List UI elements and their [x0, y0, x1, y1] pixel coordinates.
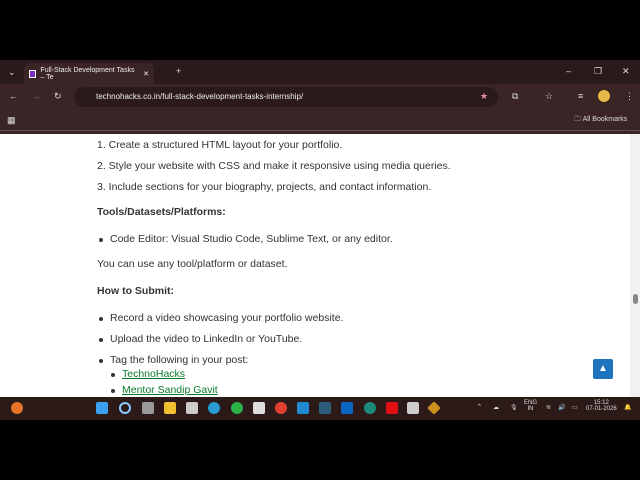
tray-chevron-icon[interactable]: ^	[478, 404, 481, 410]
scrollbar-thumb[interactable]	[633, 294, 638, 304]
submit-item: Tag the following in your post:	[98, 354, 249, 366]
step-2: 2. Style your website with CSS and make …	[97, 160, 451, 172]
reading-list-icon[interactable]: ≡	[578, 91, 583, 101]
extensions-icon[interactable]: ⧉	[512, 91, 518, 102]
url-text: technohacks.co.in/full-stack-development…	[96, 92, 304, 101]
page-content: 1. Create a structured HTML layout for y…	[0, 134, 630, 397]
vscode-icon[interactable]	[297, 402, 309, 414]
notifications-icon[interactable]: 🔔	[624, 404, 631, 411]
weather-icon[interactable]	[11, 402, 23, 414]
all-bookmarks-button[interactable]: 🗀 All Bookmarks	[574, 115, 627, 126]
onedrive-icon[interactable]: ☁	[493, 404, 499, 411]
app-icon[interactable]	[364, 402, 376, 414]
mentor-link[interactable]: Mentor Sandip Gavit	[122, 384, 218, 396]
mic-icon[interactable]: 🎙	[510, 404, 518, 411]
task-view-icon[interactable]	[142, 402, 154, 414]
app-icon[interactable]	[427, 401, 441, 415]
app-icon[interactable]	[407, 402, 419, 414]
submit-item: Upload the video to LinkedIn or YouTube.	[98, 333, 303, 345]
reload-icon[interactable]: ↻	[54, 91, 62, 102]
submit-heading: How to Submit:	[97, 285, 174, 297]
minimize-icon[interactable]: –	[566, 66, 571, 76]
scroll-to-top-button[interactable]: ▲	[593, 359, 613, 379]
app-icon[interactable]	[319, 402, 331, 414]
tab-title: Full-Stack Development Tasks – Te	[40, 66, 135, 81]
avatar[interactable]	[598, 90, 610, 102]
all-bookmarks-label: All Bookmarks	[582, 116, 628, 123]
close-tab-icon[interactable]: ✕	[143, 70, 149, 78]
tab-active[interactable]: Full-Stack Development Tasks – Te ✕	[24, 63, 154, 84]
clock[interactable]: 15:12 07-01-2026	[586, 400, 617, 412]
restore-icon[interactable]: ❐	[594, 66, 602, 77]
tab-search-icon[interactable]: ⌄	[8, 67, 16, 78]
back-icon[interactable]: ←	[9, 91, 18, 101]
tag-item: TechnoHacks	[110, 368, 185, 380]
bookmarks-bar: ▦ 🗀 All Bookmarks	[0, 110, 640, 131]
bookmarks-icon[interactable]: ☆	[545, 91, 553, 102]
apps-icon[interactable]: ▦	[7, 115, 16, 126]
linkedin-icon[interactable]	[341, 402, 353, 414]
tag-item: Mentor Sandip Gavit	[111, 384, 218, 396]
tools-heading: Tools/Datasets/Platforms:	[97, 206, 226, 218]
toolbar: ← → ↻ technohacks.co.in/full-stack-devel…	[0, 84, 640, 110]
search-icon[interactable]	[119, 402, 131, 414]
technohacks-link[interactable]: TechnoHacks	[122, 368, 185, 380]
tools-note: You can use any tool/platform or dataset…	[97, 258, 288, 270]
close-window-icon[interactable]: ✕	[622, 66, 630, 77]
battery-icon[interactable]: ▭	[572, 404, 578, 411]
step-1: 1. Create a structured HTML layout for y…	[97, 139, 343, 151]
browser-window: ⌄ Full-Stack Development Tasks – Te ✕ + –…	[0, 60, 640, 420]
step-3: 3. Include sections for your biography, …	[97, 181, 432, 193]
menu-icon[interactable]: ⋮	[625, 91, 634, 102]
language-indicator[interactable]: ENG IN	[524, 400, 537, 412]
scrollbar[interactable]	[630, 134, 640, 397]
bookmark-star-icon[interactable]: ★	[480, 91, 488, 102]
taskbar: ^ ☁ 🎙 ENG IN ≋ 🔊 ▭ 15:12 07-01-2026 🔔	[0, 397, 640, 420]
forward-icon[interactable]: →	[32, 91, 41, 101]
address-bar[interactable]: technohacks.co.in/full-stack-development…	[74, 87, 498, 107]
tab-bar: ⌄ Full-Stack Development Tasks – Te ✕ + –…	[0, 60, 640, 84]
file-explorer-icon[interactable]	[164, 402, 176, 414]
app-icon[interactable]	[253, 402, 265, 414]
submit-item: Record a video showcasing your portfolio…	[98, 312, 344, 324]
region: IN	[527, 406, 534, 412]
store-icon[interactable]	[186, 402, 198, 414]
wifi-icon[interactable]: ≋	[546, 404, 551, 411]
new-tab-icon[interactable]: +	[176, 66, 181, 76]
favicon-icon	[29, 69, 37, 78]
whatsapp-icon[interactable]	[231, 402, 243, 414]
date: 07-01-2026	[586, 406, 617, 412]
volume-icon[interactable]: 🔊	[558, 404, 565, 411]
start-icon[interactable]	[96, 402, 108, 414]
tools-item: Code Editor: Visual Studio Code, Sublime…	[99, 233, 393, 245]
edge-icon[interactable]	[208, 402, 220, 414]
youtube-icon[interactable]	[386, 402, 398, 414]
chrome-icon[interactable]	[275, 402, 287, 414]
